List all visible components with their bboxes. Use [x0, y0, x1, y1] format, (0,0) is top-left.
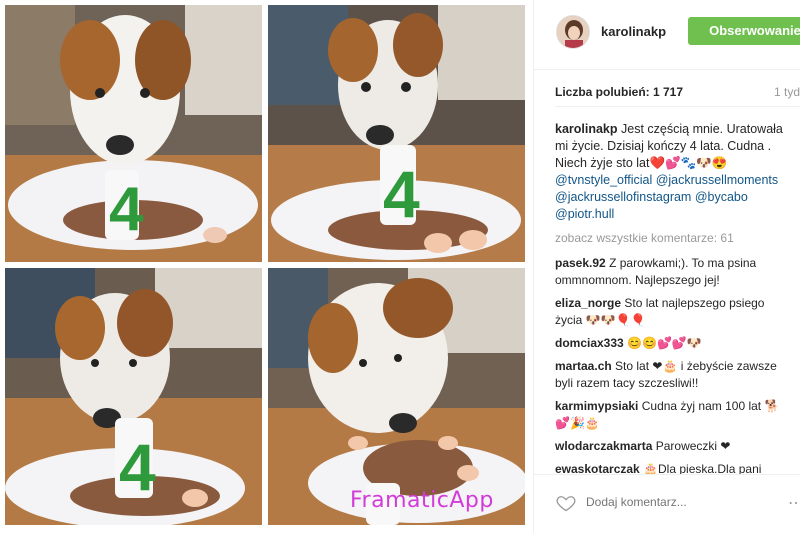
comment: karmimypsiaki Cudna żyj nam 100 lat 🐕💕🎉🎂 [555, 398, 787, 432]
header-username[interactable]: karolinakp [601, 24, 666, 39]
post-header: karolinakp Obserwowanie [534, 0, 800, 70]
like-heart-icon[interactable] [556, 493, 576, 513]
svg-text:4: 4 [383, 157, 420, 231]
likes-count[interactable]: Liczba polubień: 1 717 [555, 85, 683, 99]
likes-row: Liczba polubień: 1 717 1 tyd [555, 85, 800, 99]
comment-text: Paroweczki ❤ [655, 439, 731, 453]
comment: ewaskotarczak 🎂Dla pieska.Dla pani przyt… [555, 461, 787, 474]
comments-section[interactable]: karolinakp Jest częścią mnie. Uratowała … [555, 106, 800, 474]
post-sidebar: karolinakp Obserwowanie Liczba polubień:… [533, 0, 800, 533]
more-options-icon[interactable]: ⋯ [788, 493, 800, 513]
post-photo[interactable]: 4 4 4 FramaticApp [0, 0, 533, 533]
comment-username[interactable]: pasek.92 [555, 256, 606, 270]
photo-tile-1: 4 [5, 5, 262, 262]
comment-username[interactable]: martaa.ch [555, 359, 612, 373]
watermark: FramaticApp [350, 488, 494, 513]
post-time[interactable]: 1 tyd [774, 85, 800, 99]
comment: wlodarczakmarta Paroweczki ❤ [555, 438, 787, 455]
caption-tags[interactable]: @tvnstyle_official @jackrussellmoments @… [555, 173, 778, 221]
photo-tile-4 [268, 268, 525, 525]
caption-username[interactable]: karolinakp [555, 122, 618, 136]
post-footer: ⋯ [534, 474, 800, 533]
comment: domciax333 😊😊💕💕🐶 [555, 335, 787, 352]
caption: karolinakp Jest częścią mnie. Uratowała … [555, 121, 787, 223]
photo-tile-2: 4 [268, 5, 525, 262]
comment-text: 😊😊💕💕🐶 [627, 336, 702, 350]
comment-username[interactable]: domciax333 [555, 336, 624, 350]
avatar[interactable] [556, 15, 590, 49]
comment: pasek.92 Z parowkami;). To ma psina ommn… [555, 255, 787, 289]
svg-text:4: 4 [119, 430, 156, 504]
follow-button[interactable]: Obserwowanie [688, 17, 800, 45]
svg-text:4: 4 [109, 175, 144, 244]
comment-username[interactable]: eliza_norge [555, 296, 621, 310]
photo-tile-3: 4 [5, 268, 262, 525]
add-comment-input[interactable] [586, 495, 786, 509]
comment-username[interactable]: karmimypsiaki [555, 399, 638, 413]
load-more-comments[interactable]: zobacz wszystkie komentarze: 61 [555, 231, 800, 245]
comment: eliza_norge Sto lat najlepszego psiego ż… [555, 295, 787, 329]
comment-username[interactable]: ewaskotarczak [555, 462, 640, 474]
comment: martaa.ch Sto lat ❤🎂 i żebyście zawsze b… [555, 358, 787, 392]
comment-username[interactable]: wlodarczakmarta [555, 439, 652, 453]
